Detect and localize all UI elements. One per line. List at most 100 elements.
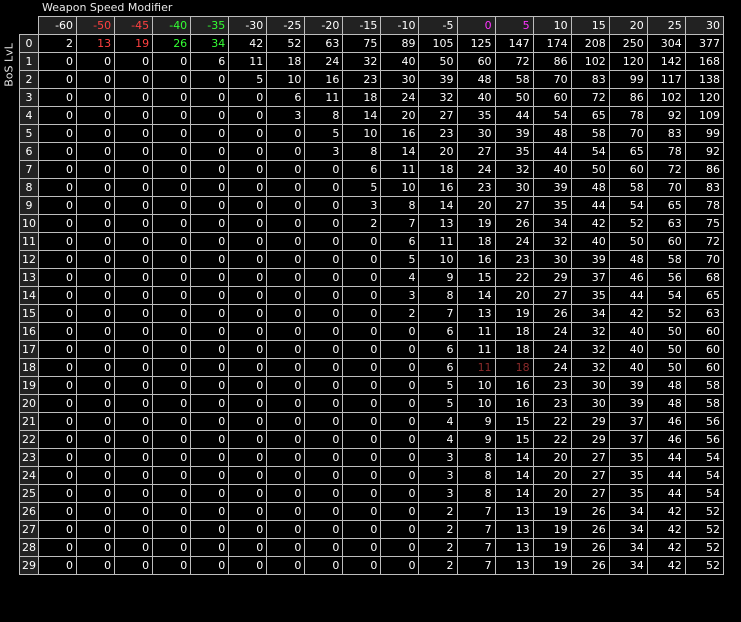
table-cell: 0 (114, 70, 154, 89)
table-cell: 0 (114, 286, 154, 305)
table-cell: 0 (152, 106, 192, 125)
table-cell: 0 (76, 52, 116, 71)
table-cell: 19 (532, 556, 572, 575)
table-cell: 32 (494, 160, 534, 179)
table-cell: 0 (114, 520, 154, 539)
table-cell: 0 (380, 358, 420, 377)
table-cell: 34 (532, 214, 572, 233)
table-cell: 0 (228, 538, 268, 557)
table-cell: 11 (456, 322, 496, 341)
table-cell: 30 (380, 70, 420, 89)
table-cell: 0 (266, 430, 306, 449)
table-cell: 0 (228, 214, 268, 233)
table-cell: 30 (570, 376, 610, 395)
table-cell: 34 (190, 34, 230, 53)
table-cell: 0 (266, 394, 306, 413)
row-header: 17 (19, 340, 39, 359)
table-row: 11 0 0 0 0 0 0 0 0 0 6 11 18 24 32 40 50 60 72 (19, 232, 725, 251)
table-cell: 0 (266, 520, 306, 539)
table-cell: 0 (76, 520, 116, 539)
table-cell: 0 (37, 70, 78, 89)
table-cell: 8 (380, 196, 420, 215)
table-cell: 29 (570, 430, 610, 449)
row-header: 14 (19, 286, 39, 305)
table-cell: 23 (418, 124, 458, 143)
row-header: 1 (19, 52, 39, 71)
table-cell: 52 (684, 556, 725, 575)
table-cell: 39 (570, 250, 610, 269)
table-cell: 0 (342, 520, 382, 539)
table-cell: 0 (190, 448, 230, 467)
table-cell: 138 (684, 70, 725, 89)
table-cell: 0 (190, 304, 230, 323)
row-header: 23 (19, 448, 39, 467)
column-header: -15 (342, 16, 382, 35)
table-row: 21 0 0 0 0 0 0 0 0 0 0 4 9 15 22 29 37 46 56 (19, 412, 725, 431)
table-cell: 0 (304, 268, 344, 287)
table-cell: 0 (114, 178, 154, 197)
table-cell: 0 (342, 322, 382, 341)
table-cell: 0 (342, 484, 382, 503)
table-cell: 0 (152, 214, 192, 233)
table-cell: 9 (456, 412, 496, 431)
table-cell: 19 (532, 502, 572, 521)
table-cell: 0 (304, 232, 344, 251)
table-cell: 22 (532, 412, 572, 431)
table-cell: 23 (532, 376, 572, 395)
table-cell: 0 (266, 448, 306, 467)
table-cell: 0 (266, 142, 306, 161)
table-cell: 16 (456, 250, 496, 269)
table-cell: 0 (76, 232, 116, 251)
table-cell: 147 (494, 34, 534, 53)
table-cell: 24 (532, 358, 572, 377)
table-cell: 18 (494, 358, 534, 377)
table-cell: 0 (37, 556, 78, 575)
table-cell: 0 (37, 358, 78, 377)
table-cell: 102 (570, 52, 610, 71)
table-cell: 75 (684, 214, 725, 233)
table-cell: 5 (304, 124, 344, 143)
row-header: 4 (19, 106, 39, 125)
table-cell: 0 (114, 232, 154, 251)
table-cell: 13 (418, 214, 458, 233)
table-row: 7 0 0 0 0 0 0 0 0 6 11 18 24 32 40 50 60 72 86 (19, 160, 725, 179)
table-cell: 14 (456, 286, 496, 305)
table-cell: 8 (418, 286, 458, 305)
table-cell: 26 (570, 502, 610, 521)
table-cell: 0 (342, 412, 382, 431)
table-cell: 60 (456, 52, 496, 71)
table-cell: 56 (684, 430, 725, 449)
table-cell: 26 (570, 520, 610, 539)
table-cell: 52 (646, 304, 686, 323)
table-cell: 20 (380, 106, 420, 125)
table-cell: 99 (684, 124, 725, 143)
table-cell: 2 (418, 556, 458, 575)
table-cell: 39 (494, 124, 534, 143)
table-cell: 0 (37, 430, 78, 449)
table-cell: 0 (304, 178, 344, 197)
table-cell: 52 (684, 520, 725, 539)
table-cell: 11 (456, 340, 496, 359)
row-header: 21 (19, 412, 39, 431)
column-header: -60 (37, 16, 78, 35)
table-cell: 42 (646, 556, 686, 575)
table-cell: 0 (76, 88, 116, 107)
table-cell: 35 (456, 106, 496, 125)
row-header: 22 (19, 430, 39, 449)
table-cell: 78 (646, 142, 686, 161)
table-cell: 6 (418, 340, 458, 359)
table-cell: 0 (266, 376, 306, 395)
table-cell: 24 (494, 232, 534, 251)
table-cell: 83 (570, 70, 610, 89)
row-header: 18 (19, 358, 39, 377)
table-cell: 0 (342, 286, 382, 305)
table-cell: 0 (152, 124, 192, 143)
table-cell: 0 (37, 142, 78, 161)
table-cell: 11 (228, 52, 268, 71)
table-cell: 54 (570, 142, 610, 161)
table-cell: 86 (532, 52, 572, 71)
table-cell: 0 (152, 358, 192, 377)
table-cell: 5 (342, 178, 382, 197)
table-cell: 0 (190, 556, 230, 575)
column-header: -20 (304, 16, 344, 35)
